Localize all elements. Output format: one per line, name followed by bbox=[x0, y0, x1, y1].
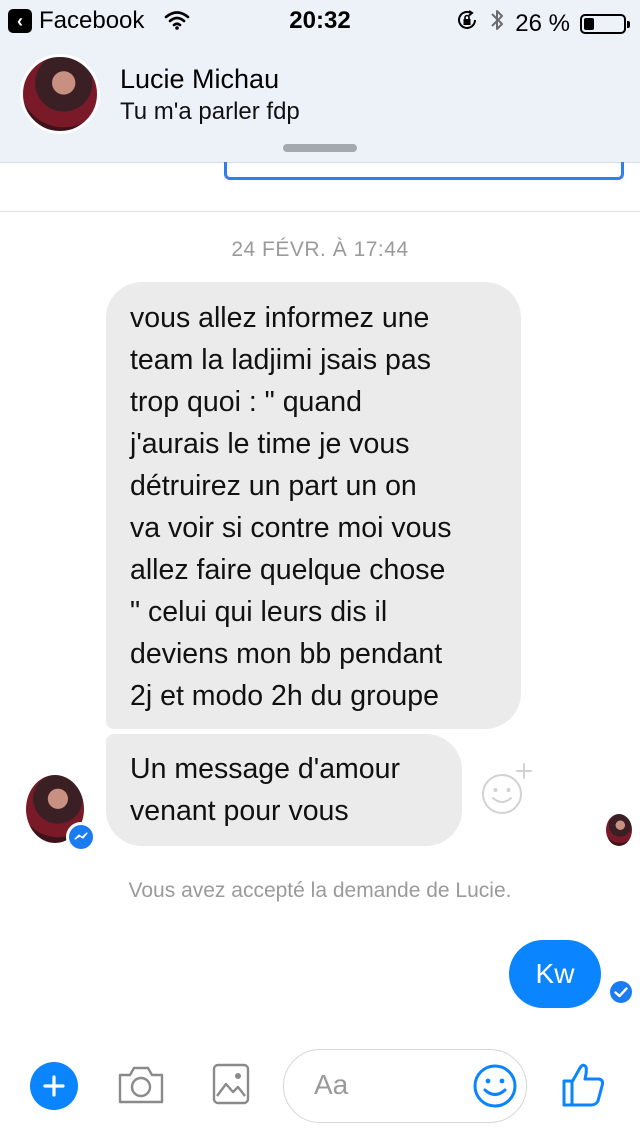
delivered-check-icon bbox=[609, 980, 633, 1009]
gallery-icon[interactable] bbox=[211, 1062, 251, 1111]
thumbs-up-icon[interactable] bbox=[558, 1060, 608, 1115]
message-composer: Aa bbox=[0, 1040, 640, 1136]
message-line: venant pour vous bbox=[130, 795, 349, 827]
contact-name: Lucie Michau bbox=[120, 64, 280, 94]
messenger-conversation-screen: ‹ Facebook 20:32 26 % Lucie Michau Tu m'… bbox=[0, 0, 640, 1136]
message-line: trop quoi : " quand bbox=[130, 386, 362, 418]
input-placeholder: Aa bbox=[314, 1069, 349, 1100]
message-line: Un message d'amour bbox=[130, 753, 400, 785]
message-line: va voir si contre moi vous bbox=[130, 512, 452, 544]
message-line: " celui qui leurs dis il bbox=[130, 596, 388, 628]
battery-percent: 26 % bbox=[515, 9, 570, 37]
lock-rotation-icon bbox=[455, 8, 479, 39]
camera-icon[interactable] bbox=[116, 1063, 166, 1112]
outgoing-message-bubble[interactable]: Kw bbox=[509, 940, 601, 1008]
messenger-badge-icon bbox=[66, 822, 96, 852]
contact-status: Tu m'a parler fdp bbox=[120, 98, 300, 125]
system-note: Vous avez accepté la demande de Lucie. bbox=[128, 879, 512, 902]
previous-card-edge bbox=[224, 162, 624, 180]
drag-handle[interactable] bbox=[283, 144, 357, 152]
plus-button[interactable] bbox=[30, 1062, 78, 1110]
add-reaction-icon[interactable] bbox=[478, 760, 534, 821]
incoming-message-bubble[interactable]: Un message d'amour venant pour vous bbox=[106, 734, 462, 846]
message-line: vous allez informez une bbox=[130, 302, 430, 334]
message-input[interactable]: Aa bbox=[283, 1049, 527, 1123]
battery-level-fill bbox=[584, 17, 594, 30]
message-line: deviens mon bb pendant bbox=[130, 638, 443, 670]
contact-avatar[interactable] bbox=[20, 54, 100, 134]
status-right-group: 26 % bbox=[455, 7, 630, 40]
message-line: allez faire quelque chose bbox=[130, 554, 446, 586]
battery-icon bbox=[580, 13, 630, 34]
message-line: détruirez un part un on bbox=[130, 470, 417, 502]
message-line: team la ladjimi jsais pas bbox=[130, 344, 431, 376]
plus-icon bbox=[43, 1075, 65, 1097]
bluetooth-icon bbox=[489, 7, 505, 40]
message-line: 2j et modo 2h du groupe bbox=[130, 680, 439, 712]
incoming-message-bubble[interactable]: vous allez informez une team la ladjimi … bbox=[106, 282, 521, 729]
emoji-icon[interactable] bbox=[472, 1063, 518, 1114]
read-receipt-avatar bbox=[606, 814, 632, 846]
conversation-header[interactable]: Lucie Michau Tu m'a parler fdp bbox=[0, 40, 640, 163]
message-timestamp: 24 FÉVR. À 17:44 bbox=[231, 238, 409, 261]
divider bbox=[0, 211, 640, 212]
message-line: j'aurais le time je vous bbox=[130, 428, 410, 460]
status-bar: ‹ Facebook 20:32 26 % bbox=[0, 0, 640, 40]
